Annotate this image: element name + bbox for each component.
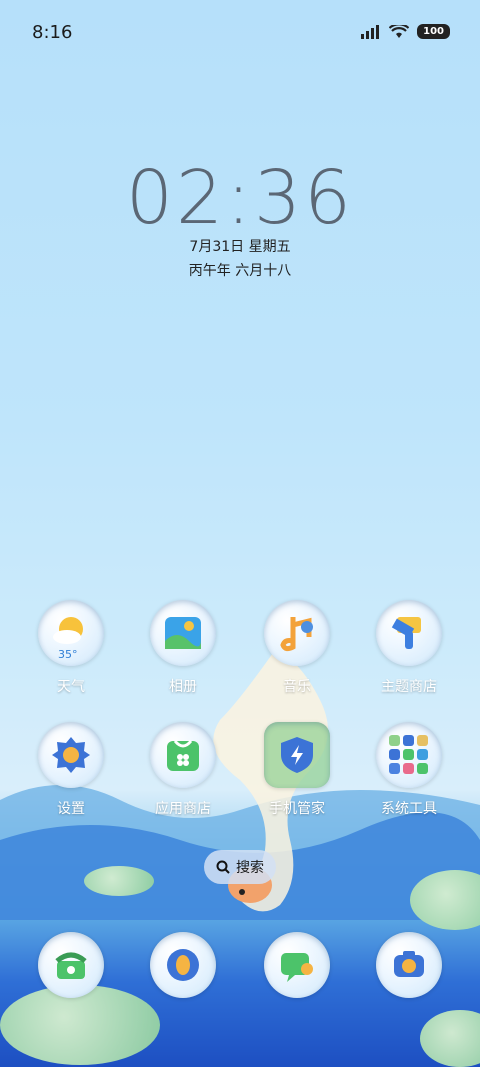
status-bar: 8:16 100 — [0, 0, 480, 68]
weather-temperature: 35° — [58, 648, 78, 661]
app-store[interactable]: 应用商店 — [138, 722, 228, 818]
battery-indicator: 100 — [417, 24, 450, 39]
dock-messages[interactable] — [252, 932, 342, 998]
search-button[interactable]: 搜索 — [204, 850, 276, 884]
clock-time[interactable]: 02:36 — [0, 155, 480, 241]
app-theme-store[interactable]: 主题商店 — [364, 600, 454, 696]
lily-pad-decoration — [420, 1010, 480, 1067]
clock-lunar-date: 丙午年 六月十八 — [188, 263, 292, 279]
app-label: 系统工具 — [381, 801, 437, 817]
messages-icon — [264, 932, 330, 998]
app-music[interactable]: 音乐 — [252, 600, 342, 696]
app-label: 设置 — [57, 801, 85, 817]
app-settings[interactable]: 设置 — [26, 722, 116, 818]
system-tools-folder-icon — [376, 722, 442, 788]
app-label: 主题商店 — [381, 679, 437, 695]
status-time: 8:16 — [32, 22, 73, 43]
phone-manager-icon — [264, 722, 330, 788]
search-icon — [216, 860, 230, 874]
app-label: 相册 — [169, 679, 197, 695]
gallery-icon — [150, 600, 216, 666]
clock-date: 7月31日 星期五 — [189, 239, 291, 255]
app-phone-manager[interactable]: 手机管家 — [252, 722, 342, 818]
app-label: 手机管家 — [269, 801, 325, 817]
app-store-icon — [150, 722, 216, 788]
settings-icon — [38, 722, 104, 788]
signal-icon — [361, 24, 380, 39]
lily-pad-decoration — [84, 866, 154, 896]
app-label: 天气 — [57, 679, 85, 695]
lily-pad-decoration — [410, 870, 480, 930]
app-system-tools-folder[interactable]: 系统工具 — [364, 722, 454, 818]
app-label: 音乐 — [283, 679, 311, 695]
dock-camera[interactable] — [364, 932, 454, 998]
camera-icon — [376, 932, 442, 998]
dock-browser[interactable] — [138, 932, 228, 998]
search-label: 搜索 — [236, 860, 264, 876]
wifi-icon — [389, 24, 410, 38]
status-icons: 100 — [361, 24, 450, 39]
theme-store-icon — [376, 600, 442, 666]
app-label: 应用商店 — [155, 801, 211, 817]
phone-icon — [38, 932, 104, 998]
browser-icon — [150, 932, 216, 998]
dock-phone[interactable] — [26, 932, 116, 998]
app-gallery[interactable]: 相册 — [138, 600, 228, 696]
music-icon — [264, 600, 330, 666]
